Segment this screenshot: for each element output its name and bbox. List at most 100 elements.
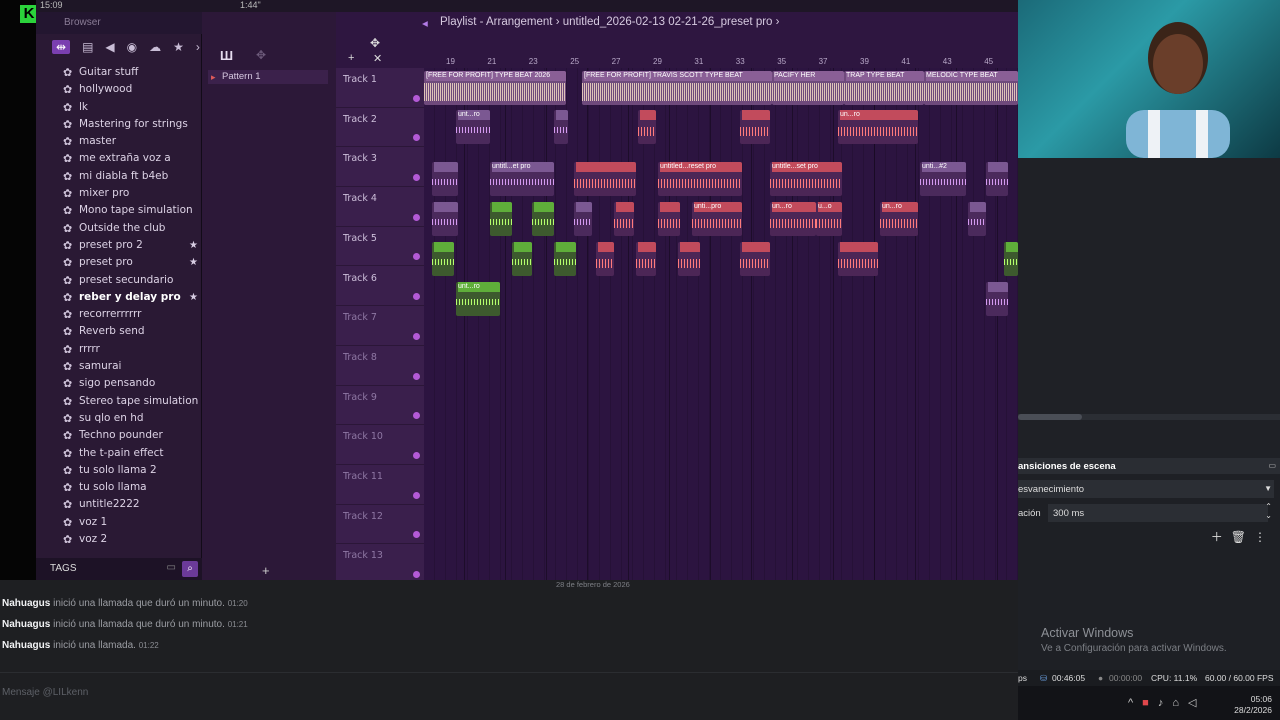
browser-file-item[interactable]: ✿ voz 2: [36, 531, 202, 548]
pattern-clip[interactable]: [432, 202, 458, 236]
track-mute-led-icon[interactable]: [413, 491, 420, 499]
audio-clip[interactable]: TRAP TYPE BEAT: [844, 71, 924, 105]
add-icon[interactable]: ＋: [1211, 530, 1231, 544]
track-mute-led-icon[interactable]: [413, 531, 420, 539]
browser-file-item[interactable]: ✿ untitle2222: [36, 496, 202, 513]
folder-icon[interactable]: ▭: [167, 562, 176, 573]
browser-file-item[interactable]: ✿ preset secundario: [36, 272, 202, 289]
track-mute-led-icon[interactable]: [413, 332, 420, 340]
channel-icon[interactable]: ◉: [127, 40, 137, 54]
browser-file-item[interactable]: ✿ tu solo llama: [36, 479, 202, 496]
browser-file-item[interactable]: ✿ recorrerrrrrr: [36, 306, 202, 323]
track-header[interactable]: Track 10: [336, 425, 424, 465]
star-icon[interactable]: ★: [189, 289, 198, 306]
browser-file-item[interactable]: ✿ hollywood: [36, 81, 202, 98]
browser-file-item[interactable]: ✿ su qlo en hd: [36, 410, 202, 427]
pattern-clip[interactable]: untitl...et pro: [490, 162, 554, 196]
browser-file-item[interactable]: ✿ Techno pounder: [36, 427, 202, 444]
pattern-clip[interactable]: [596, 242, 614, 276]
chat-username[interactable]: Nahuagus: [2, 640, 50, 651]
pattern-clip[interactable]: [554, 110, 568, 144]
undock-icon[interactable]: ▭: [1268, 461, 1276, 470]
track-mute-led-icon[interactable]: [413, 451, 420, 459]
pattern-clip[interactable]: [574, 202, 592, 236]
track-mute-led-icon[interactable]: [413, 253, 420, 261]
folder-icon[interactable]: ▤: [82, 40, 93, 54]
pattern-clip[interactable]: unt...ro: [456, 282, 500, 316]
browser-file-item[interactable]: ✿ tu solo llama 2: [36, 462, 202, 479]
network-icon[interactable]: ⌂: [1172, 697, 1188, 709]
add-pattern-icon[interactable]: +: [262, 563, 270, 578]
plugin-icon[interactable]: ◀: [105, 40, 114, 54]
browser-file-item[interactable]: ✿ voz 1: [36, 514, 202, 531]
track-mute-led-icon[interactable]: [413, 134, 420, 142]
cloud-icon[interactable]: ☁: [149, 40, 161, 54]
arrangement-grid[interactable]: [FREE FOR PROFIT] TYPE BEAT 2026 [FREE F…: [424, 68, 1018, 580]
browser-file-item[interactable]: ✿ lk: [36, 99, 202, 116]
audio-clip[interactable]: MELODIC TYPE BEAT: [924, 71, 1018, 105]
pattern-clip[interactable]: [678, 242, 700, 276]
app-tray-icon[interactable]: ■: [1142, 697, 1158, 709]
pattern-clip[interactable]: untitled...reset pro: [658, 162, 742, 196]
track-mute-led-icon[interactable]: [413, 293, 420, 301]
taskbar-clock[interactable]: 05:06 28/2/2026: [1234, 694, 1272, 716]
transition-select[interactable]: esvanecimiento: [1018, 480, 1274, 498]
browser-file-item[interactable]: ✿ Mono tape simulation: [36, 202, 202, 219]
browser-file-item[interactable]: ✿ Mastering for strings: [36, 116, 202, 133]
track-header[interactable]: Track 7: [336, 306, 424, 346]
stepper-icon[interactable]: ⌃ ⌄: [1265, 502, 1272, 520]
chat-username[interactable]: Nahuagus: [2, 619, 50, 630]
track-header[interactable]: Track 2: [336, 108, 424, 148]
pattern-clip[interactable]: [512, 242, 532, 276]
pattern-clip[interactable]: unti...pro: [692, 202, 742, 236]
track-mute-led-icon[interactable]: [413, 412, 420, 420]
track-mute-led-icon[interactable]: [413, 213, 420, 221]
pattern-clip[interactable]: [574, 162, 636, 196]
browser-file-item[interactable]: ✿ Stereo tape simulation: [36, 393, 202, 410]
track-header[interactable]: Track 12: [336, 505, 424, 545]
browser-file-item[interactable]: ✿ samurai: [36, 358, 202, 375]
pattern-clip[interactable]: [838, 242, 878, 276]
track-header[interactable]: Track 4: [336, 187, 424, 227]
pattern-clip[interactable]: [490, 202, 512, 236]
pattern-clip[interactable]: un...ro: [838, 110, 918, 144]
browser-file-item[interactable]: ✿ the t-pain effect: [36, 445, 202, 462]
pattern-clip[interactable]: [532, 202, 554, 236]
track-mute-led-icon[interactable]: [413, 174, 420, 182]
browser-file-item[interactable]: ✿ mixer pro: [36, 185, 202, 202]
browser-file-item[interactable]: ✿ Reverb send: [36, 323, 202, 340]
message-input[interactable]: Mensaje @LILkenn: [0, 672, 1018, 712]
chat-username[interactable]: Nahuagus: [2, 598, 50, 609]
star-icon[interactable]: ★: [189, 237, 198, 254]
all-files-icon[interactable]: ⇹: [52, 40, 71, 54]
browser-file-item[interactable]: ✿ Guitar stuff: [36, 64, 202, 81]
track-header[interactable]: Track 8: [336, 346, 424, 386]
more-icon[interactable]: ⋮: [1254, 530, 1274, 544]
pattern-clip[interactable]: [740, 110, 770, 144]
browser-file-item[interactable]: ✿ Outside the club: [36, 220, 202, 237]
volume-icon[interactable]: ◁: [1188, 697, 1205, 709]
pattern-clip[interactable]: u...o: [816, 202, 842, 236]
pattern-clip[interactable]: unti...#2: [920, 162, 966, 196]
pattern-clip[interactable]: [986, 282, 1008, 316]
pattern-clip[interactable]: [554, 242, 576, 276]
track-mute-led-icon[interactable]: [413, 372, 420, 380]
star-icon[interactable]: ★: [189, 254, 198, 271]
pattern-clip[interactable]: untitle...set pro: [770, 162, 842, 196]
pattern-clip[interactable]: [1004, 242, 1018, 276]
snap-icon[interactable]: ✥: [370, 36, 380, 50]
track-header[interactable]: Track 1: [336, 68, 424, 108]
browser-file-item[interactable]: ✿ master: [36, 133, 202, 150]
chevron-up-icon[interactable]: ^: [1128, 697, 1142, 709]
browser-file-item[interactable]: ✿ preset pro 2 ★: [36, 237, 202, 254]
track-mute-led-icon[interactable]: [413, 94, 420, 102]
pattern-item[interactable]: Pattern 1: [208, 70, 328, 84]
trash-icon[interactable]: 🗑: [1231, 530, 1254, 544]
horizontal-scrollbar[interactable]: [1018, 414, 1280, 420]
browser-file-item[interactable]: ✿ reber y delay pro ★: [36, 289, 202, 306]
pattern-clip[interactable]: [432, 242, 454, 276]
pattern-clip[interactable]: un...ro: [770, 202, 816, 236]
move-icon[interactable]: ✥: [256, 48, 266, 62]
track-header[interactable]: Track 13: [336, 544, 424, 580]
track-header[interactable]: Track 3: [336, 147, 424, 188]
